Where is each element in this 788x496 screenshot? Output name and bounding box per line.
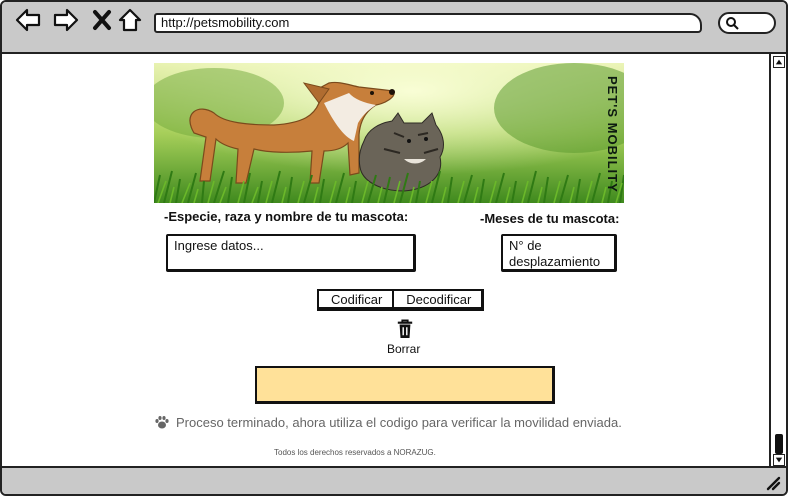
url-text: http://petsmobility.com [161, 15, 290, 30]
resize-grip-icon[interactable] [762, 472, 782, 492]
footer-text: Todos los derechos reservados a NORAZUG. [274, 448, 436, 457]
clear-label[interactable]: Borrar [387, 342, 420, 356]
status-message: Proceso terminado, ahora utiliza el codi… [154, 413, 622, 431]
species-input-text: Ingrese datos... [174, 238, 264, 253]
browser-status-bar [2, 466, 786, 494]
brand-name: PET'S MOBILITY [605, 75, 620, 193]
shift-input-text: N° de desplazamiento [509, 238, 601, 269]
scroll-down-icon[interactable] [773, 454, 785, 466]
action-button-group: Codificar Decodificar [317, 289, 485, 311]
status-text: Proceso terminado, ahora utiliza el codi… [176, 414, 622, 430]
close-x-icon[interactable] [88, 6, 116, 34]
decode-button[interactable]: Decodificar [392, 291, 481, 307]
species-label: -Especie, raza y nombre de tu mascota: [164, 209, 409, 224]
hero-image [154, 63, 624, 203]
shift-input[interactable]: N° de desplazamiento [501, 234, 617, 272]
forward-arrow-icon[interactable] [52, 6, 80, 34]
browser-toolbar: http://petsmobility.com [2, 2, 786, 54]
back-arrow-icon[interactable] [14, 6, 42, 34]
browser-window: http://petsmobility.com PET'S MOBILITY -… [0, 0, 788, 496]
search-icon [726, 17, 739, 30]
result-output-box [255, 366, 555, 404]
search-button[interactable] [718, 12, 776, 34]
scroll-up-icon[interactable] [773, 56, 785, 68]
trash-icon[interactable] [395, 318, 415, 340]
url-bar[interactable]: http://petsmobility.com [154, 13, 702, 33]
species-input[interactable]: Ingrese datos... [166, 234, 416, 272]
home-icon[interactable] [116, 6, 144, 34]
vertical-scrollbar[interactable] [769, 54, 786, 468]
scroll-thumb[interactable] [775, 434, 783, 454]
encode-button[interactable]: Codificar [319, 291, 392, 307]
paw-icon [155, 416, 169, 429]
months-label: -Meses de tu mascota: [480, 211, 620, 226]
